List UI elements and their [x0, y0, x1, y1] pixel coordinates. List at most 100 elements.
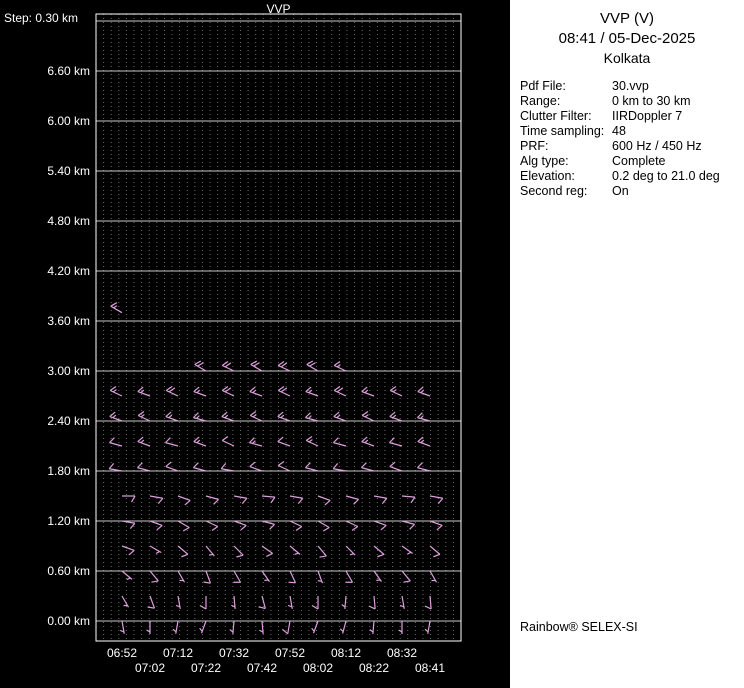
- wind-barb: [137, 462, 151, 472]
- wind-barb: [233, 570, 242, 583]
- y-axis-label: 1.80 km: [47, 464, 90, 478]
- y-axis-label: 1.20 km: [47, 514, 90, 528]
- wind-barb: [333, 361, 347, 372]
- wind-barb: [261, 495, 276, 504]
- y-axis-label: 5.40 km: [47, 164, 90, 178]
- x-axis-label: 08:41: [414, 661, 446, 675]
- param-row: Pdf File: 30.vvp: [520, 79, 740, 94]
- y-axis-label: 2.40 km: [47, 414, 90, 428]
- wind-barb: [205, 545, 215, 557]
- x-axis-label: 08:12: [330, 646, 362, 660]
- x-axis-label: 07:52: [274, 646, 306, 660]
- wind-barb: [205, 495, 219, 505]
- wind-barb: [332, 462, 347, 472]
- param-value: 30.vvp: [612, 79, 649, 93]
- wind-barb: [149, 545, 162, 555]
- wind-barb: [277, 411, 291, 422]
- wind-barb: [345, 520, 359, 532]
- wind-barb: [220, 462, 235, 472]
- wind-barb: [277, 361, 291, 372]
- wind-barb: [108, 462, 123, 472]
- panel-station: Kolkata: [603, 50, 651, 66]
- wind-barb: [137, 386, 151, 397]
- wind-barb: [193, 436, 207, 447]
- vvp-window: Step: 0.30 km VVP 6.60 km 6.00 km 5.40 km 4…: [0, 0, 744, 688]
- panel-datetime: 08:41 / 05-Dec-2025: [558, 30, 696, 47]
- wind-barb: [221, 436, 235, 447]
- y-axis-label: 6.00 km: [47, 114, 90, 128]
- param-value: 48: [612, 124, 626, 138]
- wind-barb: [311, 596, 319, 610]
- x-axis-label: 07:22: [190, 661, 222, 675]
- param-value: 600 Hz / 450 Hz: [612, 139, 702, 153]
- wind-barb: [311, 620, 319, 634]
- y-axis-label: 0.00 km: [47, 614, 90, 628]
- step-label: Step: 0.30 km: [4, 11, 79, 25]
- wind-barb: [193, 386, 207, 397]
- wind-barb: [221, 386, 235, 397]
- wind-barb: [317, 545, 327, 558]
- wind-barb: [121, 570, 133, 581]
- wind-barb: [389, 386, 403, 397]
- wind-barb: [121, 595, 130, 608]
- wind-barb: [424, 620, 431, 634]
- panel-footer: Rainbow® SELEX-SI: [520, 620, 638, 634]
- wind-barb: [361, 386, 375, 397]
- param-row: Second reg: On: [520, 184, 740, 199]
- param-row: Elevation: 0.2 deg to 21.0 deg: [520, 169, 740, 184]
- wind-barb: [361, 436, 375, 447]
- wind-barb: [369, 620, 375, 635]
- wind-barb-plot: [95, 13, 462, 642]
- param-value: Complete: [612, 154, 666, 168]
- wind-barb: [261, 520, 275, 530]
- x-axis-label: 08:22: [358, 661, 390, 675]
- y-axis-label: 4.80 km: [47, 214, 90, 228]
- wind-barb: [389, 411, 403, 422]
- parameter-list: Pdf File: 30.vvp Range: 0 km to 30 km Clutte…: [520, 79, 740, 199]
- y-axis-label: 6.60 km: [47, 64, 90, 78]
- wind-barb: [261, 570, 270, 582]
- wind-barb: [305, 436, 319, 447]
- param-label: Elevation:: [520, 169, 575, 183]
- wind-barb: [193, 412, 207, 422]
- wind-barb: [373, 520, 387, 531]
- param-label: Time sampling:: [520, 124, 605, 138]
- wind-barb: [373, 545, 385, 558]
- param-label: Clutter Filter:: [520, 109, 592, 123]
- wind-barb: [221, 411, 235, 422]
- wind-barb: [149, 570, 159, 583]
- wind-barb: [399, 595, 405, 609]
- y-axis-label: 3.60 km: [47, 314, 90, 328]
- param-label: Range:: [520, 94, 561, 108]
- wind-barb: [333, 411, 347, 422]
- param-label: Second reg:: [520, 184, 588, 198]
- wind-barb: [137, 411, 151, 422]
- wind-barb: [149, 520, 163, 531]
- wind-barb: [119, 620, 125, 634]
- wind-barb: [146, 621, 151, 634]
- wind-barb: [177, 495, 191, 506]
- chart-title: VVP: [266, 2, 291, 16]
- param-row: Time sampling: 48: [520, 124, 740, 139]
- wind-barb: [122, 495, 136, 503]
- wind-barb: [287, 595, 293, 609]
- y-axis-label: 4.20 km: [47, 264, 90, 278]
- wind-barb: [277, 461, 291, 472]
- wind-barb: [229, 620, 235, 635]
- wind-barb: [277, 436, 291, 447]
- param-value: On: [612, 184, 629, 198]
- y-axis-label: 3.00 km: [47, 364, 90, 378]
- wind-barb: [258, 595, 266, 610]
- wind-barb: [259, 620, 264, 635]
- wind-barb: [250, 360, 263, 372]
- param-row: Alg type: Complete: [520, 154, 740, 169]
- wind-barb: [417, 436, 431, 447]
- param-label: Alg type:: [520, 154, 569, 168]
- param-row: PRF: 600 Hz / 450 Hz: [520, 139, 740, 154]
- wind-barb: [147, 595, 156, 609]
- wind-barb: [429, 495, 444, 505]
- param-row: Clutter Filter: IIRDoppler 7: [520, 109, 740, 124]
- wind-barb: [345, 495, 359, 505]
- wind-barb: [373, 570, 382, 582]
- wind-barb: [172, 620, 179, 634]
